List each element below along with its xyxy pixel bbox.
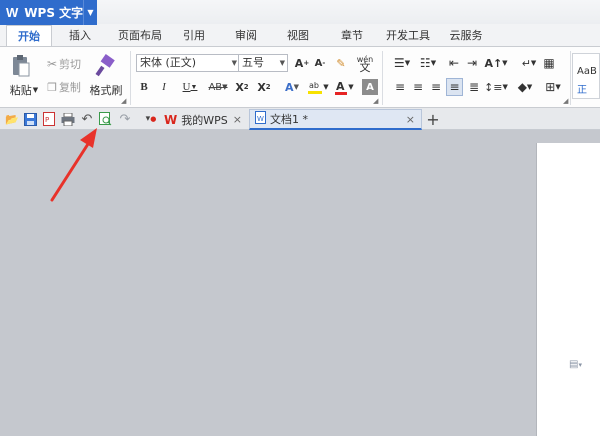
tab-document1[interactable]: W 文档1 * × xyxy=(249,109,422,130)
svg-text:A: A xyxy=(336,80,345,93)
close-icon[interactable]: × xyxy=(406,113,415,126)
chevron-down-icon: ▼ xyxy=(231,59,237,67)
justify-icon[interactable]: ≡ xyxy=(446,78,463,96)
redo-icon[interactable]: ↷ xyxy=(117,111,133,127)
app-title: WPS 文字 xyxy=(24,6,84,20)
clear-format-icon[interactable]: ✎ xyxy=(333,55,349,71)
text-effect-icon[interactable]: A ▼ xyxy=(281,79,303,95)
tab-home[interactable]: 开始 xyxy=(6,25,52,46)
menu-bar: W WPS 文字 ▼ 开始 插入 页面布局 引用 审阅 视图 章节 开发工具 云… xyxy=(0,0,600,46)
divider xyxy=(130,51,131,105)
superscript-icon[interactable]: X2 xyxy=(234,79,250,95)
tab-insert[interactable]: 插入 xyxy=(64,25,96,46)
quick-access-toolbar: 📂 P ↶ ↷ ▾ ● W 我的WPS × W 文档1 * × + xyxy=(0,108,600,130)
font-launcher-icon[interactable]: ◢ xyxy=(373,97,378,105)
ribbon-home: 粘贴 ▼ ✂ 剪切 ❐ 复制 格式刷 ◢ 宋体 (正文) ▼ 五号 ▼ A + A- ✎ w… xyxy=(0,46,600,108)
paste-button[interactable]: 粘贴 ▼ xyxy=(6,83,42,97)
tab-label: 文档1 * xyxy=(270,113,308,126)
scissors-icon: ✂ xyxy=(46,57,58,71)
style-gallery-item[interactable]: AaB 正 xyxy=(572,53,600,99)
divider xyxy=(382,51,383,105)
customize-toolbar-icon[interactable]: ▾ ● xyxy=(143,111,159,127)
chevron-down-icon[interactable]: ▼ xyxy=(83,0,97,25)
new-tab-button[interactable]: + xyxy=(424,109,442,130)
shading-icon[interactable]: ◆ ▼ xyxy=(512,79,538,95)
tab-references[interactable]: 引用 xyxy=(182,25,206,46)
distribute-icon[interactable]: ≣ xyxy=(466,79,482,95)
open-folder-icon[interactable]: 📂 xyxy=(4,111,20,127)
document-workspace[interactable] xyxy=(0,130,600,436)
subscript-icon[interactable]: X2 xyxy=(256,79,272,95)
paragraph-launcher-icon[interactable]: ◢ xyxy=(563,97,568,105)
clipboard-launcher-icon[interactable]: ◢ xyxy=(121,97,126,105)
align-left-icon[interactable]: ≡ xyxy=(392,79,408,95)
print-preview-icon[interactable] xyxy=(97,111,113,127)
print-icon[interactable] xyxy=(60,111,76,127)
shrink-font-icon[interactable]: A- xyxy=(312,55,328,71)
strikethrough-icon[interactable]: AB ▼ xyxy=(203,79,233,95)
tab-cloud[interactable]: 云服务 xyxy=(448,25,484,46)
document-icon: W xyxy=(255,111,266,127)
sort-icon[interactable]: A↑ ▼ xyxy=(484,55,508,71)
ribbon-tabs: 开始 插入 页面布局 引用 审阅 视图 章节 开发工具 云服务 xyxy=(0,25,600,46)
tab-developer[interactable]: 开发工具 xyxy=(384,25,432,46)
wps-logo-icon: W xyxy=(6,5,19,20)
copy-button[interactable]: ❐ 复制 xyxy=(44,80,84,95)
app-menu-button[interactable]: W WPS 文字 ▼ xyxy=(0,0,97,25)
borders-icon[interactable]: ⊞ ▼ xyxy=(540,79,566,95)
highlight-icon[interactable]: ab ▼ xyxy=(306,79,330,95)
close-icon[interactable]: × xyxy=(233,113,242,126)
increase-indent-icon[interactable]: ⇥ xyxy=(464,55,480,71)
bullet-list-icon[interactable]: ☰ ▼ xyxy=(390,55,414,71)
tab-label: 我的WPS xyxy=(181,113,228,127)
tab-view[interactable]: 视图 xyxy=(286,25,310,46)
line-spacing-icon[interactable]: ↕≡ ▼ xyxy=(484,79,508,95)
italic-icon[interactable]: I xyxy=(156,79,172,95)
align-right-icon[interactable]: ≡ xyxy=(428,79,444,95)
paste-options-icon[interactable]: ▤▾ xyxy=(569,359,582,370)
tab-review[interactable]: 审阅 xyxy=(234,25,258,46)
cut-button[interactable]: ✂ 剪切 xyxy=(44,57,84,71)
grow-font-icon[interactable]: A + xyxy=(294,55,310,71)
undo-icon[interactable]: ↶ xyxy=(79,111,95,127)
bold-icon[interactable]: B xyxy=(136,79,152,95)
svg-text:W: W xyxy=(257,115,264,123)
tab-chapter[interactable]: 章节 xyxy=(340,25,364,46)
format-painter-button[interactable]: 格式刷 xyxy=(88,83,124,97)
align-center-icon[interactable]: ≡ xyxy=(410,79,426,95)
copy-icon: ❐ xyxy=(47,80,57,94)
tab-page-layout[interactable]: 页面布局 xyxy=(116,25,164,46)
phonetic-guide-icon[interactable]: wén 文 xyxy=(354,53,376,75)
decrease-indent-icon[interactable]: ⇤ xyxy=(446,55,462,71)
save-icon[interactable] xyxy=(22,111,38,127)
export-pdf-icon[interactable]: P xyxy=(41,111,57,127)
svg-text:ab: ab xyxy=(309,81,319,90)
format-painter-icon[interactable] xyxy=(92,53,118,79)
paste-icon[interactable] xyxy=(10,53,32,79)
document-page[interactable]: ▤▾ xyxy=(536,143,600,436)
font-color-icon[interactable]: A ▼ xyxy=(332,79,356,95)
numbered-list-icon[interactable]: ☷ ▼ xyxy=(416,55,440,71)
wps-logo-icon: W xyxy=(164,112,178,127)
svg-text:P: P xyxy=(45,116,49,124)
underline-icon[interactable]: U ▼ xyxy=(178,79,202,95)
font-size-select[interactable]: 五号 ▼ xyxy=(238,54,288,72)
show-marks-icon[interactable]: ↵ ▼ xyxy=(518,55,540,71)
tab-my-wps[interactable]: W 我的WPS × xyxy=(160,109,248,130)
chevron-down-icon: ▼ xyxy=(279,59,285,67)
char-shading-icon[interactable]: A xyxy=(362,79,378,95)
font-name-select[interactable]: 宋体 (正文) ▼ xyxy=(136,54,240,72)
divider xyxy=(570,51,571,105)
table-icon[interactable]: ▦ xyxy=(541,55,557,71)
